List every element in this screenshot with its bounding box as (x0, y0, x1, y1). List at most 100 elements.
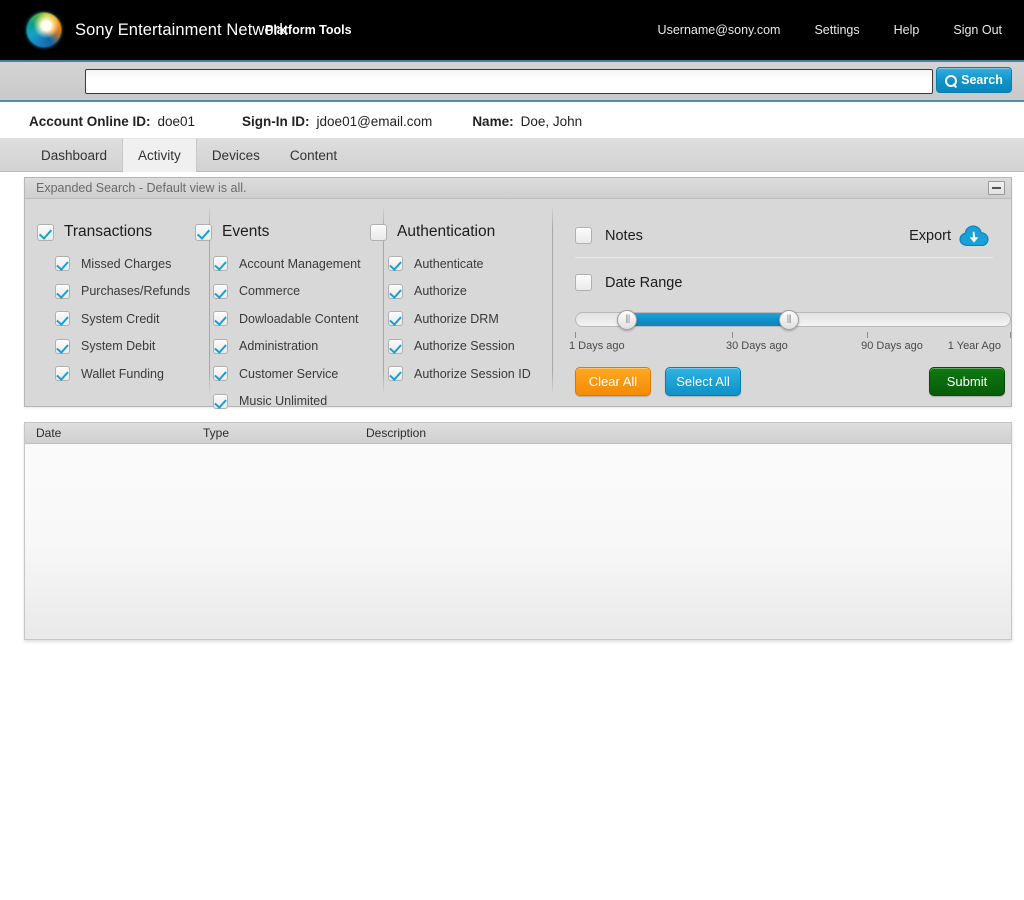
option-checkbox[interactable] (55, 366, 70, 382)
help-link[interactable]: Help (894, 23, 920, 37)
option-label: Customer Service (239, 366, 339, 381)
sign-out-link[interactable]: Sign Out (953, 23, 1002, 37)
option-label: Administration (239, 339, 319, 354)
group-title: Events (222, 223, 270, 240)
filter-option[interactable]: Account Management (195, 250, 361, 278)
filter-option[interactable]: Administration (195, 333, 361, 361)
account-name-value: Doe, John (520, 113, 583, 129)
clear-all-button[interactable]: Clear All (575, 367, 651, 396)
filter-option[interactable]: Authorize (370, 278, 531, 306)
option-label: Dowloadable Content (239, 311, 359, 326)
account-online-id: Account Online ID: doe01 (29, 114, 195, 129)
option-checkbox[interactable] (55, 283, 70, 299)
slider-tick (575, 332, 576, 338)
export-button[interactable]: Export (909, 224, 991, 248)
filter-option[interactable]: Authorize Session ID (370, 360, 531, 388)
slider-selected-range (627, 313, 789, 326)
filter-option[interactable]: Authenticate (370, 250, 531, 278)
filter-option[interactable]: Authorize DRM (370, 305, 531, 333)
account-online-id-label: Account Online ID: (29, 113, 151, 129)
filter-group-events: Events Account Management Commerce Dowloada… (195, 223, 361, 415)
group-title: Transactions (64, 223, 153, 240)
option-label: System Debit (81, 339, 156, 354)
option-label: Authorize Session (414, 339, 515, 354)
expanded-search-body: Transactions Missed Charges Purchases/Refu… (25, 199, 1011, 409)
option-label: Music Unlimited (239, 394, 328, 409)
option-checkbox[interactable] (213, 311, 228, 327)
slider-tick-label: 90 Days ago (861, 340, 923, 352)
results-table: Date Type Description (24, 422, 1012, 640)
option-label: Authorize Session ID (414, 366, 531, 381)
filter-option[interactable]: Wallet Funding (37, 360, 190, 388)
tab-list: Dashboard Activity Devices Content (26, 138, 352, 172)
group-checkbox[interactable] (37, 223, 54, 241)
filter-option[interactable]: Music Unlimited (195, 388, 361, 416)
option-label: Missed Charges (81, 256, 172, 271)
brand-name: Sony Entertainment Network (75, 20, 288, 39)
minimize-icon[interactable] (988, 181, 1005, 195)
option-label: Wallet Funding (81, 366, 164, 381)
tab-dashboard[interactable]: Dashboard (26, 138, 122, 172)
slider-tick-label: 1 Year Ago (947, 340, 1001, 352)
option-checkbox[interactable] (388, 256, 403, 272)
group-checkbox[interactable] (370, 223, 387, 241)
filter-option[interactable]: Missed Charges (37, 250, 190, 278)
search-input[interactable] (85, 69, 933, 94)
option-checkbox[interactable] (213, 338, 228, 354)
slider-handle-low[interactable] (617, 310, 638, 330)
option-label: Authorize (414, 284, 467, 299)
option-checkbox[interactable] (388, 338, 403, 354)
option-checkbox[interactable] (213, 283, 228, 299)
date-range-label: Date Range (605, 274, 683, 291)
filter-option[interactable]: Authorize Session (370, 333, 531, 361)
option-checkbox[interactable] (213, 366, 228, 382)
filter-group-header: Transactions (37, 223, 190, 241)
option-checkbox[interactable] (213, 393, 228, 409)
settings-link[interactable]: Settings (814, 23, 859, 37)
tab-label: Content (289, 147, 338, 163)
filter-option[interactable]: Customer Service (195, 360, 361, 388)
column-header-description[interactable]: Description (366, 426, 426, 440)
date-range-checkbox[interactable] (575, 274, 592, 291)
filter-option[interactable]: Dowloadable Content (195, 305, 361, 333)
option-checkbox[interactable] (388, 283, 403, 299)
notes-checkbox[interactable] (575, 227, 592, 244)
slider-tick (1010, 332, 1011, 338)
option-checkbox[interactable] (55, 338, 70, 354)
tab-label: Dashboard (41, 147, 108, 163)
slider-tick-label: 30 Days ago (725, 340, 788, 352)
submit-button[interactable]: Submit (929, 367, 1005, 396)
notes-row: Notes (575, 227, 643, 244)
filter-option[interactable]: System Credit (37, 305, 190, 333)
username-link[interactable]: Username@sony.com (658, 23, 781, 37)
sign-in-id-label: Sign-In ID: (242, 113, 310, 129)
column-header-date[interactable]: Date (36, 426, 61, 440)
option-checkbox[interactable] (388, 366, 403, 382)
select-all-button[interactable]: Select All (665, 367, 741, 396)
group-title: Authentication (397, 223, 496, 240)
date-range-slider[interactable] (575, 310, 1011, 330)
column-header-type[interactable]: Type (203, 426, 229, 440)
group-checkbox[interactable] (195, 223, 212, 241)
results-table-header: Date Type Description (25, 423, 1011, 444)
date-range-row: Date Range (575, 274, 682, 291)
expanded-search-title: Expanded Search - Default view is all. (36, 181, 247, 195)
tab-devices[interactable]: Devices (197, 138, 275, 172)
option-label: System Credit (81, 311, 160, 326)
search-button[interactable]: Search (936, 67, 1012, 93)
right-options-pane: Notes Export Date Range 1 Day (553, 199, 1011, 407)
filter-option[interactable]: Commerce (195, 278, 361, 306)
tab-activity[interactable]: Activity (122, 138, 197, 172)
filter-option[interactable]: Purchases/Refunds (37, 278, 190, 306)
slider-handle-high[interactable] (778, 310, 799, 330)
option-checkbox[interactable] (55, 311, 70, 327)
option-checkbox[interactable] (55, 256, 70, 272)
tab-label: Activity (138, 148, 181, 163)
notes-label: Notes (605, 227, 643, 244)
tab-content[interactable]: Content (275, 138, 352, 172)
filter-option[interactable]: System Debit (37, 333, 190, 361)
option-checkbox[interactable] (213, 256, 228, 272)
filter-group-transactions: Transactions Missed Charges Purchases/Refu… (37, 223, 190, 388)
option-checkbox[interactable] (388, 311, 403, 327)
divider (575, 257, 993, 258)
